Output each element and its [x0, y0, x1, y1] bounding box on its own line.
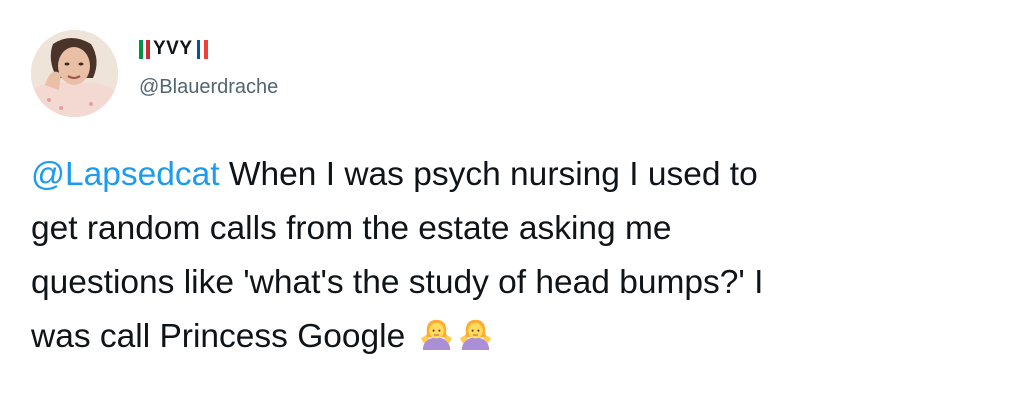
tweet-line-4: was call Princess Google	[31, 310, 991, 364]
tweet-line-2: get random calls from the estate asking …	[31, 210, 672, 247]
tweet-line-1: @Lapsedcat When I was psych nursing I us…	[31, 148, 991, 202]
italy-flag-icon	[139, 39, 151, 59]
france-flag-icon	[196, 39, 208, 59]
avatar[interactable]	[31, 30, 118, 117]
tweet-line-4-text: was call Princess Google	[31, 318, 406, 355]
tweet-card[interactable]: YVY @Blauerdrache @Lapsedcat When I was …	[0, 0, 1015, 395]
mention-link[interactable]: @Lapsedcat	[31, 156, 220, 193]
tweet-text: @Lapsedcat When I was psych nursing I us…	[31, 148, 991, 364]
display-name-row[interactable]: YVY	[139, 36, 208, 62]
user-handle[interactable]: @Blauerdrache	[139, 76, 278, 99]
tweet-line-1-text: When I was psych nursing I used to	[219, 156, 758, 193]
display-name[interactable]: YVY	[153, 38, 193, 60]
person-shrugging-icon	[419, 317, 454, 352]
person-shrugging-icon	[458, 317, 493, 352]
tweet-line-3: questions like 'what's the study of head…	[31, 264, 764, 301]
